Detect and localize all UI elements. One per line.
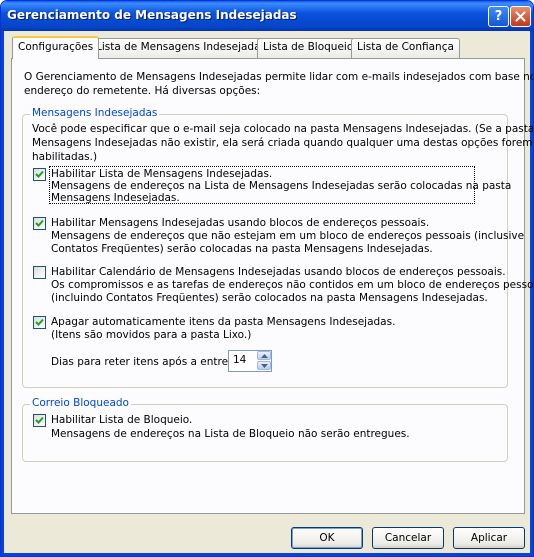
arrow-up-icon xyxy=(260,353,268,358)
enable-personal-address-book-desc-line2: Contatos Freqüentes) serão colocadas na … xyxy=(51,243,433,255)
close-icon xyxy=(515,11,526,22)
close-button[interactable] xyxy=(510,6,531,27)
window-frame-left xyxy=(1,31,4,556)
checkmark-icon xyxy=(35,416,44,424)
retain-days-label: Dias para reter itens após a entrega: xyxy=(51,356,245,368)
enable-block-list-checkbox[interactable] xyxy=(33,414,46,427)
checkmark-icon xyxy=(35,219,44,227)
junk-description-line1: Você pode especificar que o e-mail seja … xyxy=(32,123,534,135)
enable-junk-list-desc-line2: Mensagens Indesejadas. xyxy=(51,192,180,204)
cancel-button[interactable]: Cancelar xyxy=(372,527,444,549)
window-frame-right xyxy=(530,31,533,556)
title-bar[interactable]: Gerenciamento de Mensagens Indesejadas ? xyxy=(1,1,533,31)
spin-up-button[interactable] xyxy=(257,351,271,360)
auto-delete-junk-label[interactable]: Apagar automaticamente itens da pasta Me… xyxy=(51,316,395,329)
enable-junk-calendar-desc-line1: Os compromissos e as tarefas de endereço… xyxy=(51,279,534,291)
intro-text-line2: endereço do remetente. Há diversas opçõe… xyxy=(24,85,261,97)
ok-button[interactable]: OK xyxy=(291,527,363,549)
enable-personal-address-book-label[interactable]: Habilitar Mensagens Indesejadas usando b… xyxy=(51,217,429,230)
intro-text-line1: O Gerenciamento de Mensagens Indesejadas… xyxy=(24,71,534,83)
apply-button[interactable]: Aplicar xyxy=(453,527,525,549)
auto-delete-junk-desc: (Itens são movidos para a pasta Lixo.) xyxy=(51,329,252,341)
help-button[interactable]: ? xyxy=(488,6,509,27)
tab-lista-bloqueio[interactable]: Lista de Bloqueio xyxy=(257,38,360,58)
enable-junk-calendar-label[interactable]: Habilitar Calendário de Mensagens Indese… xyxy=(51,266,506,279)
junk-description-line3: habilitadas.) xyxy=(32,151,98,163)
tab-panel-configuracoes: O Gerenciamento de Mensagens Indesejadas… xyxy=(11,58,533,514)
junk-mail-group-legend: Mensagens Indesejadas xyxy=(30,107,160,119)
retain-days-value[interactable]: 14 xyxy=(233,354,246,366)
arrow-down-icon xyxy=(260,363,268,368)
tab-configuracoes[interactable]: Configurações xyxy=(12,36,100,59)
auto-delete-junk-checkbox[interactable] xyxy=(33,316,46,329)
spin-down-button[interactable] xyxy=(257,361,271,370)
window-title: Gerenciamento de Mensagens Indesejadas xyxy=(7,8,297,22)
window-frame-bottom xyxy=(1,553,533,556)
checkmark-icon xyxy=(35,318,44,326)
dialog-window: Gerenciamento de Mensagens Indesejadas ?… xyxy=(0,0,534,557)
blocked-mail-group-legend: Correio Bloqueado xyxy=(30,397,131,409)
enable-junk-calendar-desc-line2: (incluindo Contatos Freqüentes) serão co… xyxy=(51,292,488,304)
enable-junk-list-checkbox[interactable] xyxy=(33,168,46,181)
checkmark-icon xyxy=(35,170,44,178)
enable-junk-calendar-checkbox[interactable] xyxy=(33,266,46,279)
enable-personal-address-book-desc-line1: Mensagens de endereços que não estejam e… xyxy=(51,230,525,242)
enable-block-list-desc: Mensagens de endereços na Lista de Bloqu… xyxy=(51,428,410,440)
retain-days-spinner[interactable]: 14 xyxy=(228,350,272,372)
junk-description-line2: Mensagens Indesejadas não existir, ela s… xyxy=(32,137,533,149)
tab-lista-mensagens-indesejadas[interactable]: Lista de Mensagens Indesejadas xyxy=(90,38,272,58)
enable-block-list-label[interactable]: Habilitar Lista de Bloqueio. xyxy=(51,414,192,427)
enable-personal-address-book-checkbox[interactable] xyxy=(33,217,46,230)
tab-lista-confianca[interactable]: Lista de Confiança xyxy=(351,38,460,58)
